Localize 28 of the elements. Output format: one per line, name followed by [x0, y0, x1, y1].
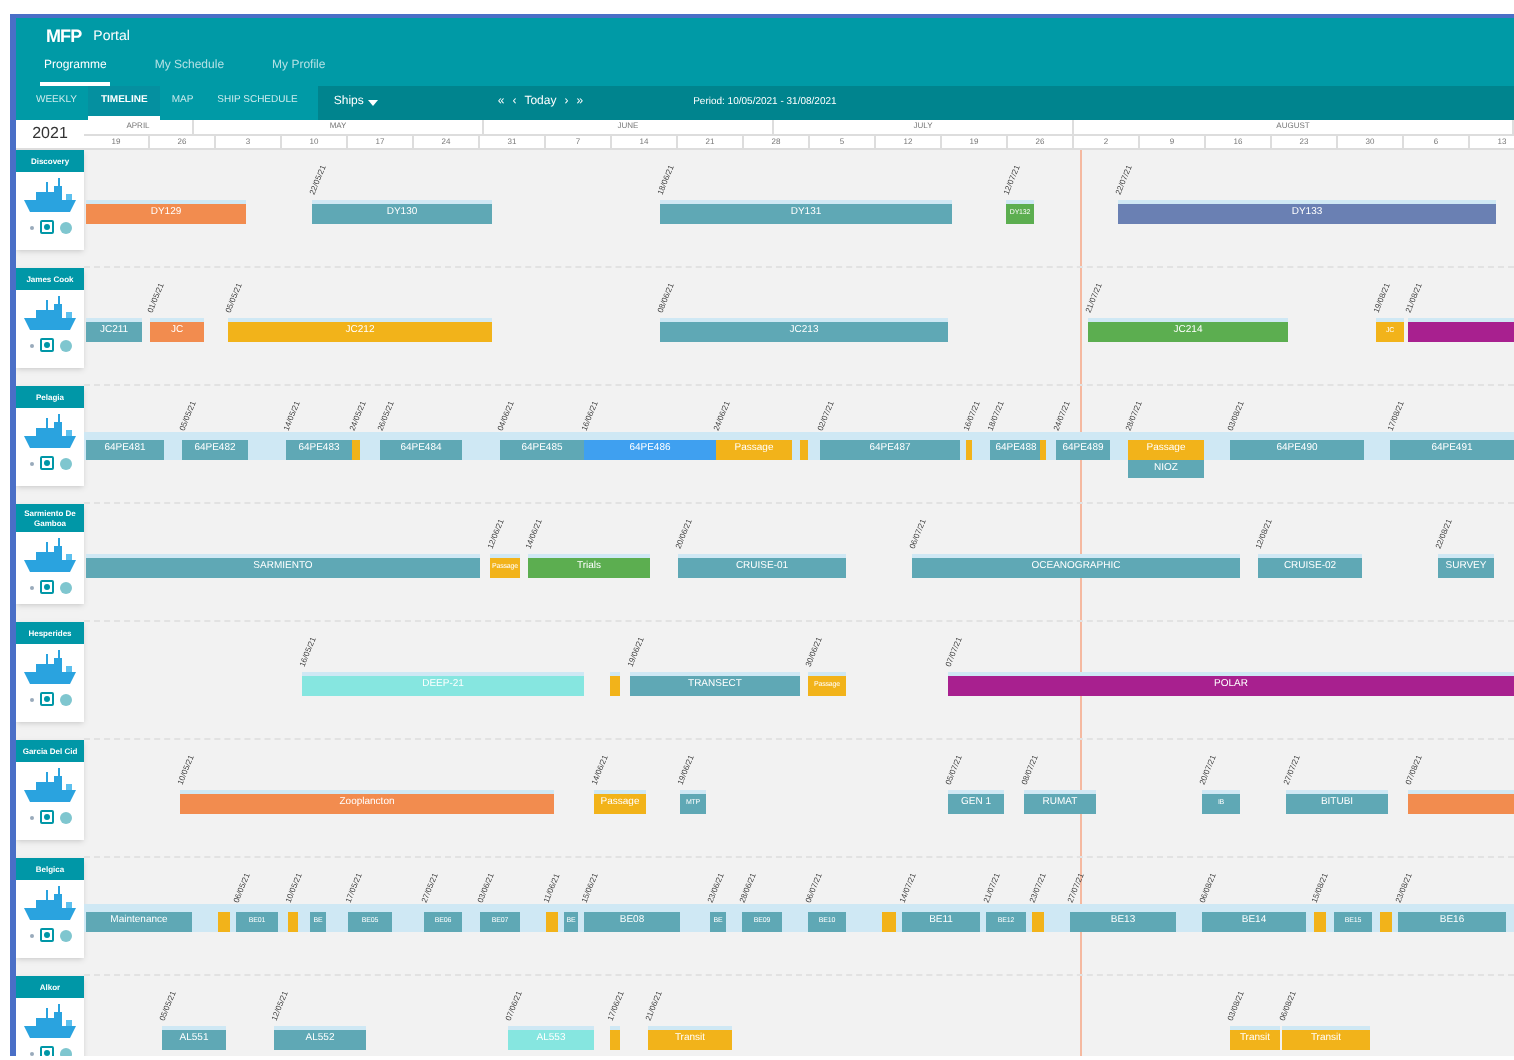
target-button[interactable] [39, 1046, 53, 1056]
circle-button[interactable] [59, 581, 71, 593]
circle-button[interactable] [59, 929, 71, 941]
year-label: 2021 [30, 122, 70, 146]
target-button[interactable] [39, 810, 53, 824]
ship-icon [22, 768, 78, 804]
target-button[interactable] [39, 580, 53, 594]
ship-icon [22, 178, 78, 214]
target-button[interactable] [39, 456, 53, 470]
target-button[interactable] [39, 338, 53, 352]
target-button[interactable] [39, 220, 53, 234]
circle-button[interactable] [59, 339, 71, 351]
ship-icon [22, 538, 78, 574]
circle-button[interactable] [59, 811, 71, 823]
circle-button[interactable] [59, 1047, 71, 1056]
circle-button[interactable] [59, 457, 71, 469]
caret-icon [367, 100, 378, 106]
circle-button[interactable] [59, 221, 71, 233]
ship-icon [22, 650, 78, 686]
cruise-bar[interactable] [1408, 318, 1514, 342]
target-button[interactable] [39, 928, 53, 942]
ship-icon [22, 886, 78, 922]
ship-icon [22, 1004, 78, 1040]
logo: MFP [46, 24, 82, 51]
ship-icon [22, 414, 78, 450]
ship-icon [22, 296, 78, 332]
circle-button[interactable] [59, 693, 71, 705]
target-button[interactable] [39, 692, 53, 706]
